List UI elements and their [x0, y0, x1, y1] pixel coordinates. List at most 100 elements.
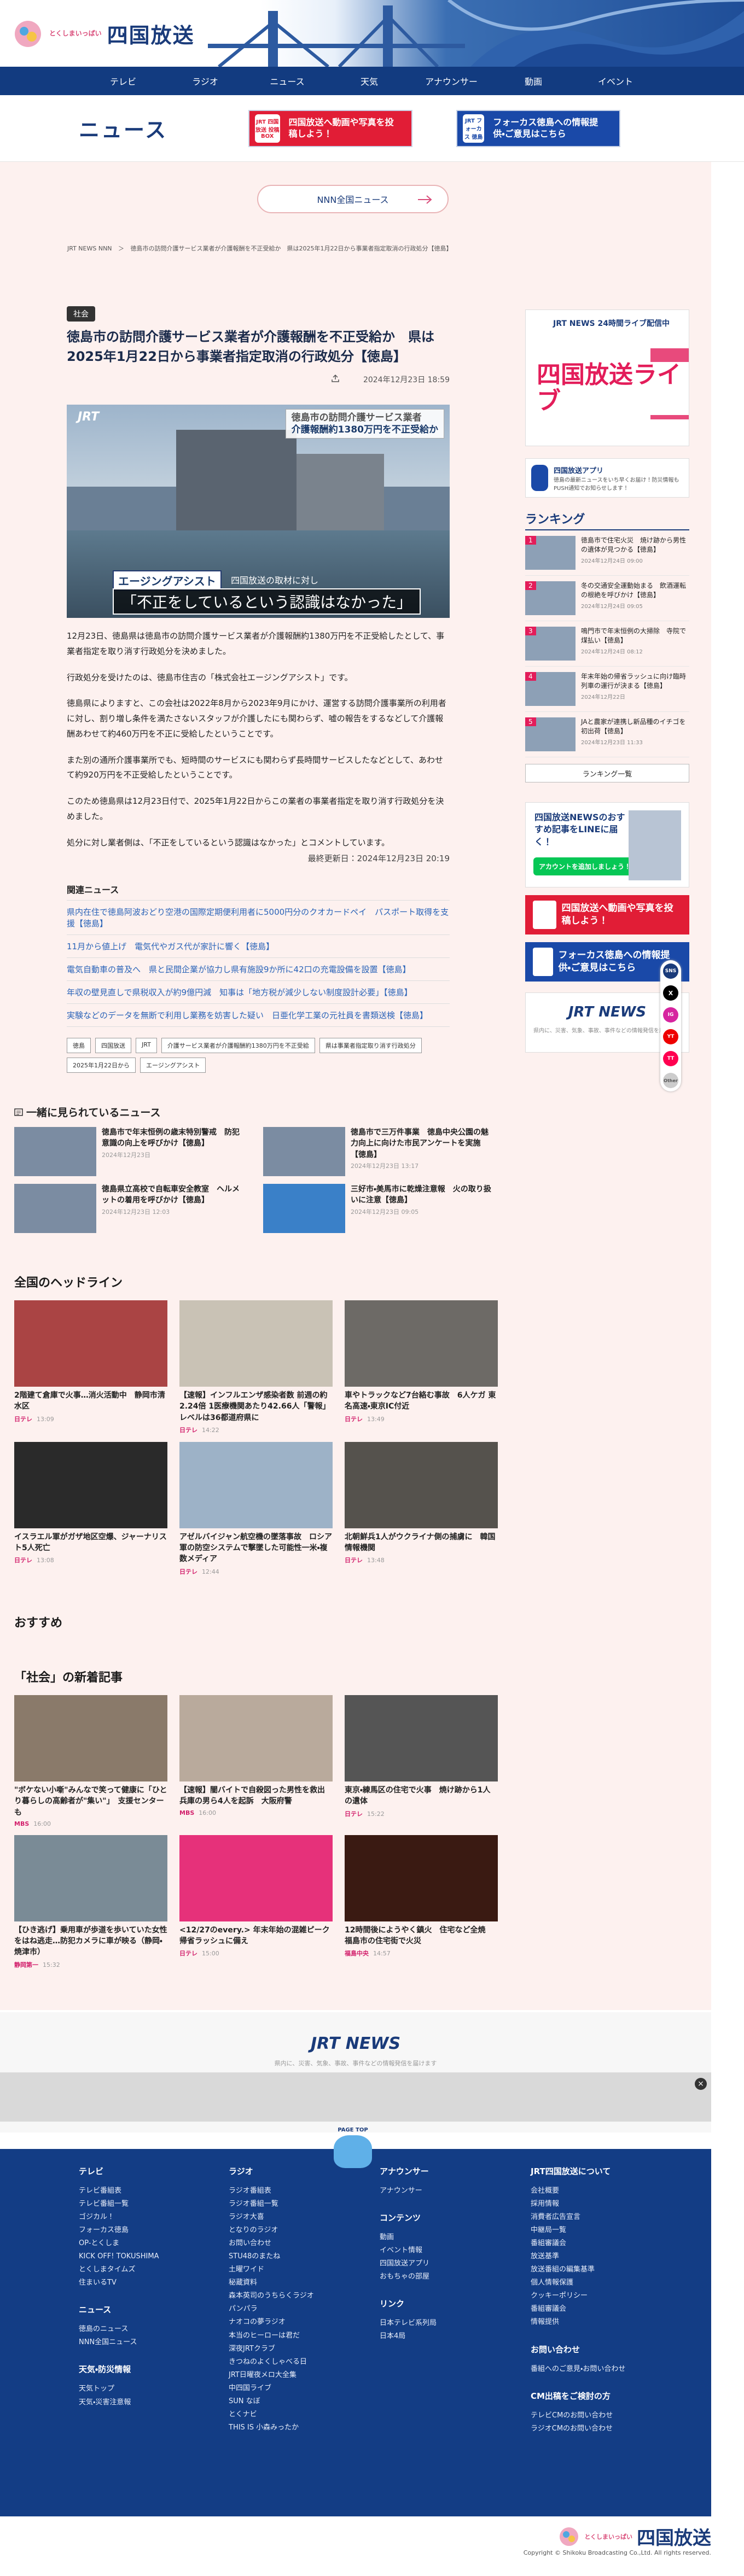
footer-link[interactable]: KICK OFF! TOKUSHIMA [79, 2250, 210, 2263]
gnav-tv[interactable]: テレビ [82, 74, 164, 87]
footer-link[interactable]: テレビCMのお問い合わせ [531, 2409, 662, 2422]
footer-heading[interactable]: 天気・防災情報 [79, 2363, 210, 2375]
society-card[interactable]: <12/27のevery.> 年末年始の混雑ピーク 帰省ラッシュに備え 日テレ 15… [179, 1835, 338, 1969]
related-news-link[interactable]: 県内在住で徳島阿波おどり空港の国際定期便利用者に5000円分のクオカードペイ パ… [67, 901, 450, 936]
footer-link[interactable]: SUN なぼ [229, 2395, 360, 2408]
ranking-more-button[interactable]: ランキング一覧 [525, 764, 689, 782]
society-card[interactable]: 【速報】闇バイトで自殺図った男性を救出 兵庫の男ら4人を起訴 大阪府警 MBS 16… [179, 1695, 333, 1827]
society-card[interactable]: "ボケない小噺"みんなで笑って健康に「ひとり暮らしの高齢者が"集い"」 支援セン… [14, 1695, 167, 1827]
bottom-logo[interactable]: とくしまいっぱい 四国放送 [558, 2523, 711, 2550]
ranking-item[interactable]: 2 冬の交通安全運動始まる 飲酒運転の根絶を呼びかけ【徳島】 2024年12月24日… [525, 576, 689, 621]
footer-link[interactable]: 会社概要 [531, 2184, 662, 2198]
headline-card[interactable]: イスラエル軍がガザ地区空爆、ジャーナリスト5人死亡 日テレ 13:08 [14, 1441, 167, 1576]
footer-link[interactable]: フォーカス徳島 [79, 2224, 210, 2237]
footer-link[interactable]: THIS IS 小森みったか [229, 2421, 360, 2434]
footer-link[interactable]: 消費者広告宣言 [531, 2211, 662, 2224]
footer-link[interactable]: 番組へのご意見・お問い合わせ [531, 2363, 662, 2376]
post-box-side-banner[interactable]: 四国放送へ動画や写真を投稿しよう！ [525, 895, 689, 934]
footer-link[interactable]: 本当のヒーローは君だ [229, 2329, 360, 2343]
footer-link[interactable]: とくしまタイムズ [79, 2263, 210, 2276]
tag[interactable]: エージングアシスト [140, 1058, 206, 1073]
footer-heading[interactable]: テレビ [79, 2165, 210, 2177]
youtube-icon[interactable]: YT [663, 1029, 678, 1044]
footer-link[interactable]: 深夜JRTクラブ [229, 2343, 360, 2356]
also-item[interactable]: 徳島市で年末恒例の歳末特別警戒 防犯意識の向上を呼びかけ【徳島】 2024年12月… [14, 1127, 247, 1176]
footer-link[interactable]: パンパラ [229, 2303, 360, 2316]
footer-link[interactable]: 個人情報保護 [531, 2276, 662, 2289]
society-card[interactable]: 東京・練馬区の住宅で火事 焼け跡から1人の遺体 日テレ 15:22 [345, 1695, 498, 1827]
also-item[interactable]: 徳島県立高校で自転車安全教室 ヘルメットの着用を呼びかけ【徳島】 2024年12月… [14, 1184, 247, 1233]
related-news-link[interactable]: 実験などのデータを無断で利用し業務を妨害した疑い 日亜化学工業の元社員を書類送検… [67, 1004, 450, 1027]
gnav-radio[interactable]: ラジオ [164, 74, 246, 87]
footer-heading[interactable]: コンテンツ [380, 2212, 511, 2223]
footer-link[interactable]: 秘蔵資料 [229, 2276, 360, 2289]
footer-link[interactable]: 天気トップ [79, 2382, 210, 2396]
ranking-item[interactable]: 5 JAと農家が連携し新品種のイチゴを初出荷【徳島】 2024年12月23日 11:… [525, 712, 689, 757]
tag[interactable]: 徳島 [67, 1038, 91, 1054]
footer-link[interactable]: ラジオCMのお問い合わせ [531, 2422, 662, 2435]
footer-link[interactable]: きつねのよくしゃべる日 [229, 2356, 360, 2369]
ranking-item[interactable]: 4 年末年始の帰省ラッシュに向け臨時列車の運行が決まる【徳島】 2024年12月22… [525, 667, 689, 712]
footer-heading[interactable]: JRT四国放送について [531, 2165, 662, 2177]
footer-link[interactable]: 番組審議会 [531, 2303, 662, 2316]
footer-link[interactable]: となりのラジオ [229, 2224, 360, 2237]
footer-link[interactable]: 住まいるTV [79, 2276, 210, 2289]
footer-link[interactable]: 四国放送アプリ [380, 2257, 511, 2270]
close-icon[interactable]: × [695, 2078, 707, 2090]
footer-link[interactable]: JRT日曜夜メロ大全集 [229, 2369, 360, 2382]
page-top-button[interactable]: PAGE TOP [331, 2127, 375, 2171]
footer-link[interactable]: 森本英司のうちらくラジオ [229, 2289, 360, 2303]
society-card[interactable]: 【ひき逃げ】乗用車が歩道を歩いていた女性をはね逃走…防犯カメラに車が映る（静岡・… [14, 1835, 167, 1969]
footer-heading[interactable]: ニュース [79, 2304, 210, 2315]
category-badge[interactable]: 社会 [67, 306, 95, 322]
headline-card[interactable]: 【速報】インフルエンザ感染者数 前週の約2.24倍 1医療機関あたり42.66人… [179, 1300, 333, 1434]
breadcrumb-home[interactable]: JRT NEWS NNN [67, 245, 112, 252]
tag[interactable]: 四国放送 [95, 1038, 131, 1054]
footer-link[interactable]: 土曜ワイド [229, 2263, 360, 2276]
footer-heading[interactable]: リンク [380, 2298, 511, 2309]
nnn-news-button[interactable]: NNN全国ニュース [257, 185, 449, 213]
instagram-icon[interactable]: IG [663, 1007, 678, 1023]
headline-card[interactable]: 2階建て倉庫で火事…消火活動中 静岡市清水区 日テレ 13:09 [14, 1300, 167, 1434]
also-item[interactable]: 徳島市で三万件事業 徳島中央公園の魅力向上に向けた市民アンケートを実施【徳島】 2… [263, 1127, 496, 1176]
line-add-button[interactable]: アカウントを追加しましょう！ [533, 857, 637, 875]
footer-link[interactable]: ラジオ番組一覧 [229, 2198, 360, 2211]
footer-heading[interactable]: アナウンサー [380, 2165, 511, 2177]
footer-link[interactable]: ラジオ大喜 [229, 2211, 360, 2224]
footer-link[interactable]: おもちゃの部屋 [380, 2270, 511, 2283]
footer-link[interactable]: ゴジカル！ [79, 2211, 210, 2224]
footer-link[interactable]: イベント情報 [380, 2244, 511, 2257]
footer-link[interactable]: テレビ番組表 [79, 2184, 210, 2198]
ranking-item[interactable]: 3 鳴門市で年末恒例の大掃除 寺院で煤払い【徳島】 2024年12月24日 08:1… [525, 621, 689, 667]
footer-link[interactable]: アナウンサー [380, 2184, 511, 2198]
footer-link[interactable]: 情報提供 [531, 2316, 662, 2329]
footer-link[interactable]: 放送基準 [531, 2250, 662, 2263]
footer-link[interactable]: NNN全国ニュース [79, 2336, 210, 2349]
footer-link[interactable]: 動画 [380, 2231, 511, 2244]
related-news-link[interactable]: 11月から値上げ 電気代やガス代が家計に響く【徳島】 [67, 935, 450, 959]
gnav-weather[interactable]: 天気 [328, 74, 410, 87]
x-icon[interactable]: X [663, 985, 678, 1001]
footer-link[interactable]: 中継局一覧 [531, 2224, 662, 2237]
also-item[interactable]: 三好市・美馬市に乾燥注意報 火の取り扱いに注意【徳島】 2024年12月23日 0… [263, 1184, 496, 1233]
footer-link[interactable]: 中四国ライブ [229, 2382, 360, 2395]
related-news-link[interactable]: 電気自動車の普及へ 県と民間企業が協力し県有施設9か所に42口の充電設備を設置【… [67, 958, 450, 982]
footer-link[interactable]: とくナビ [229, 2408, 360, 2421]
tag[interactable]: 介護サービス業者が介護報酬約1380万円を不正受給 [161, 1038, 315, 1054]
headline-card[interactable]: 北朝鮮兵1人がウクライナ側の捕虜に 韓国情報機関 日テレ 13:48 [345, 1441, 498, 1576]
app-banner[interactable]: 四国放送アプリ 徳島の最新ニュースをいち早くお届け！防災情報もPUSH通知でお知ら… [525, 458, 689, 498]
footer-link[interactable]: ラジオ番組表 [229, 2184, 360, 2198]
headline-card[interactable]: 車やトラックなど7台絡む事故 6人ケガ 東名高速・東京IC付近 日テレ 13:49 [345, 1300, 498, 1434]
tag[interactable]: 県は事業者指定取り消す行政処分 [319, 1038, 422, 1054]
other-sns-icon[interactable]: Other [663, 1073, 678, 1088]
tiktok-icon[interactable]: TT [663, 1051, 678, 1066]
footer-link[interactable]: 番組審議会 [531, 2237, 662, 2250]
site-logo[interactable]: とくしまいっぱい 四国放送 [12, 19, 195, 49]
gnav-event[interactable]: イベント [574, 74, 656, 87]
footer-link[interactable]: 天気・災害注意報 [79, 2396, 210, 2409]
footer-link[interactable]: ナオコの夢ラジオ [229, 2316, 360, 2329]
related-news-link[interactable]: 年収の壁見直しで県税収入が約9億円減 知事は「地方税が減少しない制度設計必要」【… [67, 981, 450, 1004]
focus-tokushima-banner[interactable]: JRT フォーカス 徳島 フォーカス徳島への情報提供・ご意見はこちら [456, 109, 620, 147]
footer-link[interactable]: 日本テレビ系列局 [380, 2317, 511, 2330]
share-icon[interactable] [331, 374, 340, 383]
